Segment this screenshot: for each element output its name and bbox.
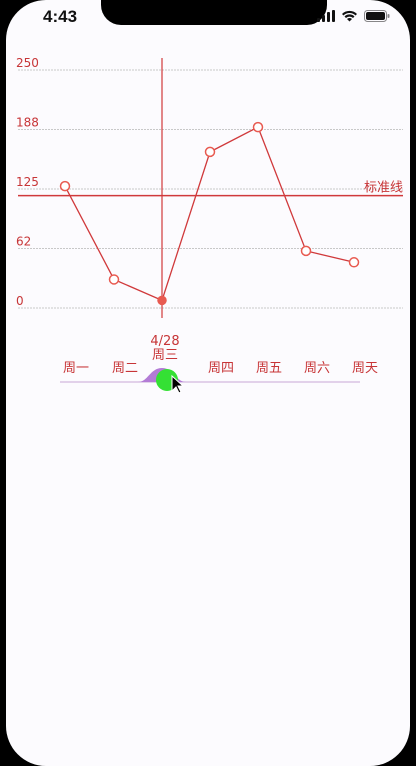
x-tick-label[interactable]: 周二 — [112, 361, 138, 376]
x-tick-label[interactable]: 周四 — [208, 361, 234, 376]
y-tick-label: 188 — [16, 116, 39, 130]
selected-data-point[interactable] — [157, 295, 167, 306]
chart-grid — [18, 69, 403, 309]
data-point[interactable] — [348, 257, 360, 268]
y-tick-label: 250 — [16, 56, 39, 70]
reference-line-group: 标准线 — [18, 181, 403, 197]
data-point[interactable] — [204, 146, 216, 158]
x-tick-label[interactable]: 周五 — [256, 361, 282, 376]
y-tick-label: 62 — [16, 235, 31, 249]
selected-day-label: 周三 — [152, 348, 178, 363]
x-tick-label[interactable]: 周天 — [352, 361, 378, 376]
x-tick-label[interactable]: 周一 — [63, 361, 89, 376]
data-point[interactable] — [59, 180, 71, 192]
selected-date-label: 4/28 — [150, 334, 179, 349]
data-point[interactable] — [252, 121, 264, 133]
data-point[interactable] — [108, 274, 120, 285]
data-points — [59, 121, 360, 306]
y-axis-tick-labels: 0 62 125 188 250 — [16, 56, 39, 308]
weekly-line-chart[interactable]: 0 62 125 188 250 标准线 周一 周二 周四 周五 周六 周天 4/28 周三 — [0, 0, 416, 766]
x-tick-label[interactable]: 周六 — [304, 361, 330, 376]
x-axis-day-labels: 周一 周二 周四 周五 周六 周天 — [63, 361, 378, 376]
y-tick-label: 125 — [16, 175, 39, 189]
data-point[interactable] — [300, 245, 312, 257]
y-tick-label: 0 — [16, 294, 24, 308]
reference-line-label: 标准线 — [364, 181, 403, 196]
